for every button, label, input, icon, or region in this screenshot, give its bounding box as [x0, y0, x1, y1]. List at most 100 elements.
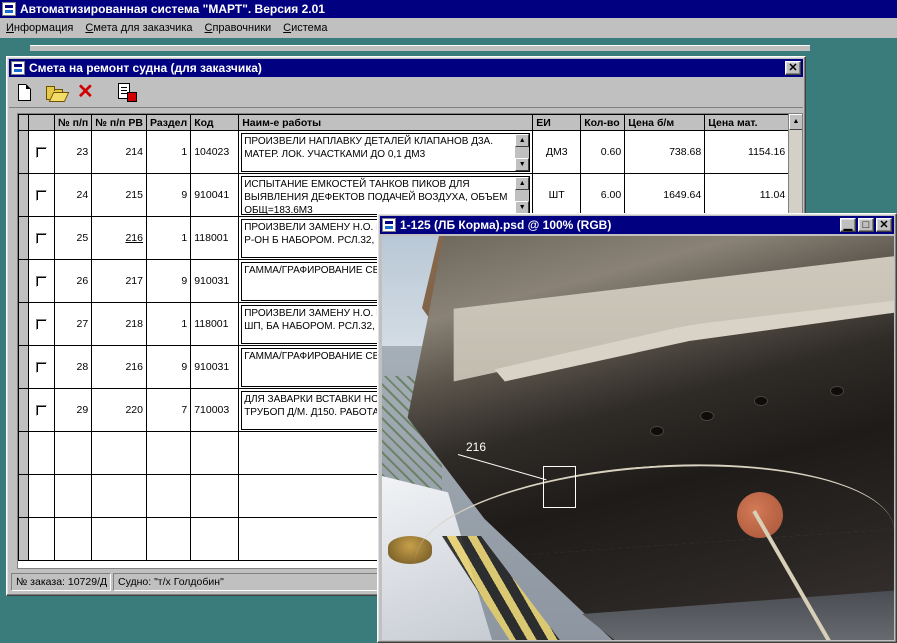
cell-code[interactable]: 710003	[190, 388, 240, 432]
delete-button[interactable]: ✕	[73, 81, 97, 105]
cell-number[interactable]: 27	[53, 302, 93, 346]
row-checkbox[interactable]	[28, 173, 55, 217]
image-window-titlebar[interactable]: 1-125 (ЛБ Корма).psd @ 100% (RGB) ▁ □ ✕	[380, 216, 894, 234]
cell-quantity[interactable]: 0.60	[580, 130, 626, 174]
checkbox[interactable]	[36, 146, 47, 158]
image-window-system-icon[interactable]	[382, 218, 396, 232]
app-system-icon[interactable]	[2, 2, 16, 16]
checkbox[interactable]	[36, 361, 47, 373]
column-header-number[interactable]: № п/п	[53, 114, 93, 131]
cell-rv-number[interactable]	[91, 431, 147, 475]
cell-section[interactable]	[145, 474, 192, 518]
memo-scrollbar[interactable]: ▲▼	[515, 133, 530, 171]
cell-code[interactable]: 118001	[190, 216, 240, 260]
cell-number[interactable]	[53, 474, 93, 518]
checkbox[interactable]	[36, 318, 47, 330]
scroll-up-arrow-icon[interactable]: ▲	[515, 133, 530, 147]
cell-number[interactable]: 29	[53, 388, 93, 432]
estimate-window-titlebar[interactable]: Смета на ремонт судна (для заказчика) ✕	[9, 59, 803, 77]
cell-unit[interactable]: ШТ	[532, 173, 582, 217]
scroll-up-arrow-icon[interactable]: ▲	[789, 114, 802, 130]
cell-section[interactable]: 1	[145, 302, 192, 346]
image-window-maximize-button[interactable]: □	[858, 218, 874, 232]
table-row[interactable]: 23 214 1 104023 ПРОИЗВЕЛИ НАПЛАВКУ ДЕТАЛЕЙ К…	[18, 130, 790, 174]
row-checkbox[interactable]	[28, 302, 55, 346]
table-row[interactable]: 24 215 9 910041 ИСПЫТАНИЕ ЕМКОСТЕЙ ТАНКОВ ПИ…	[18, 173, 790, 217]
column-header-rv-number[interactable]: № п/п РВ	[91, 114, 147, 131]
cell-code[interactable]: 910031	[190, 259, 240, 303]
column-header-unit[interactable]: ЕИ	[532, 114, 582, 131]
column-header-code[interactable]: Код	[190, 114, 240, 131]
cell-code[interactable]: 104023	[190, 130, 240, 174]
cell-work-name[interactable]: ИСПЫТАНИЕ ЕМКОСТЕЙ ТАНКОВ ПИКОВ ДЛЯ ВЫЯВ…	[238, 173, 534, 217]
window-system-icon[interactable]	[11, 61, 25, 75]
open-button[interactable]	[43, 81, 67, 105]
cell-code[interactable]	[190, 517, 240, 561]
scroll-down-arrow-icon[interactable]: ▼	[515, 157, 530, 171]
cell-section[interactable]: 7	[145, 388, 192, 432]
cell-rv-number[interactable]	[91, 517, 147, 561]
checkbox[interactable]	[36, 189, 47, 201]
cell-code[interactable]: 910031	[190, 345, 240, 389]
checkbox[interactable]	[36, 404, 47, 416]
row-checkbox[interactable]	[28, 259, 55, 303]
cell-section[interactable]: 9	[145, 173, 192, 217]
menu-item-info[interactable]: Информация	[0, 22, 79, 34]
cell-code[interactable]	[190, 431, 240, 475]
report-button[interactable]	[113, 81, 137, 105]
scroll-down-arrow-icon[interactable]: ▼	[515, 200, 530, 214]
cell-code[interactable]	[190, 474, 240, 518]
cell-rv-number[interactable]	[91, 474, 147, 518]
cell-section[interactable]	[145, 517, 192, 561]
cell-rv-number[interactable]: 217	[91, 259, 147, 303]
column-header-work-name[interactable]: Наим-е работы	[238, 114, 534, 131]
row-checkbox[interactable]	[28, 517, 55, 561]
row-checkbox[interactable]	[28, 388, 55, 432]
menu-item-references[interactable]: Справочники	[199, 22, 278, 34]
new-button[interactable]	[13, 81, 37, 105]
cell-section[interactable]: 9	[145, 345, 192, 389]
row-checkbox[interactable]	[28, 345, 55, 389]
checkbox[interactable]	[36, 275, 47, 287]
cell-code[interactable]: 118001	[190, 302, 240, 346]
photo-annotation-box[interactable]	[543, 466, 576, 508]
cell-section[interactable]	[145, 431, 192, 475]
cell-rv-number[interactable]: 220	[91, 388, 147, 432]
row-checkbox[interactable]	[28, 474, 55, 518]
column-header-price-bm[interactable]: Цена б/м	[624, 114, 706, 131]
column-header-price-material[interactable]: Цена мат.	[704, 114, 790, 131]
cell-number[interactable]: 26	[53, 259, 93, 303]
row-checkbox[interactable]	[28, 216, 55, 260]
cell-price-bm[interactable]: 1649.64	[624, 173, 706, 217]
work-name-memo[interactable]: ПРОИЗВЕЛИ НАПЛАВКУ ДЕТАЛЕЙ КЛАПАНОВ Д3А.…	[241, 132, 531, 172]
column-header-quantity[interactable]: Кол-во	[580, 114, 626, 131]
cell-price-material[interactable]: 11.04	[704, 173, 790, 217]
row-checkbox[interactable]	[28, 431, 55, 475]
cell-rv-number[interactable]: 215	[91, 173, 147, 217]
cell-code[interactable]: 910041	[190, 173, 240, 217]
cell-number[interactable]	[53, 517, 93, 561]
work-name-memo[interactable]: ИСПЫТАНИЕ ЕМКОСТЕЙ ТАНКОВ ПИКОВ ДЛЯ ВЫЯВ…	[241, 175, 531, 215]
image-window-minimize-button[interactable]: ▁	[840, 218, 856, 232]
cell-section[interactable]: 1	[145, 216, 192, 260]
memo-scrollbar[interactable]: ▲▼	[515, 176, 530, 214]
cell-quantity[interactable]: 6.00	[580, 173, 626, 217]
cell-rv-number[interactable]: 216	[91, 216, 147, 260]
menu-item-customer-estimate[interactable]: Смета для заказчика	[79, 22, 198, 34]
menu-item-system[interactable]: Система	[277, 22, 333, 34]
cell-number[interactable]	[53, 431, 93, 475]
scroll-up-arrow-icon[interactable]: ▲	[515, 176, 530, 190]
cell-work-name[interactable]: ПРОИЗВЕЛИ НАПЛАВКУ ДЕТАЛЕЙ КЛАПАНОВ Д3А.…	[238, 130, 534, 174]
cell-rv-number[interactable]: 218	[91, 302, 147, 346]
estimate-window-close-button[interactable]: ✕	[785, 61, 801, 75]
cell-number[interactable]: 23	[53, 130, 93, 174]
row-checkbox[interactable]	[28, 130, 55, 174]
cell-price-bm[interactable]: 738.68	[624, 130, 706, 174]
checkbox[interactable]	[36, 232, 47, 244]
column-header-section[interactable]: Раздел	[145, 114, 192, 131]
cell-price-material[interactable]: 1154.16	[704, 130, 790, 174]
cell-section[interactable]: 1	[145, 130, 192, 174]
cell-number[interactable]: 24	[53, 173, 93, 217]
cell-number[interactable]: 25	[53, 216, 93, 260]
cell-rv-number[interactable]: 216	[91, 345, 147, 389]
